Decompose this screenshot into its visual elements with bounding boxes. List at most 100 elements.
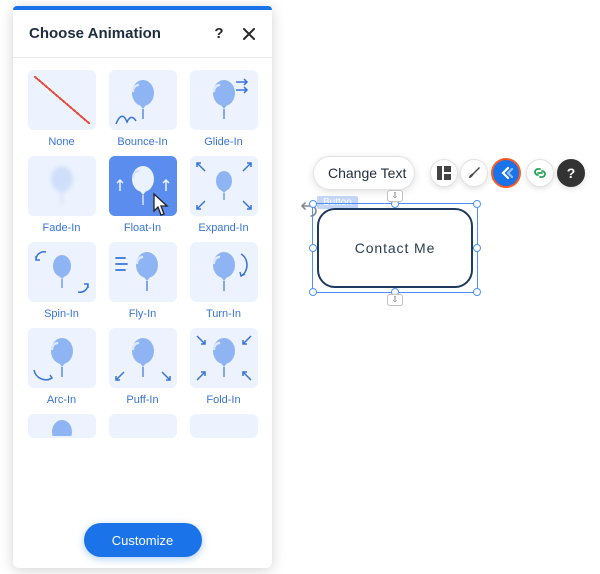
glide-arrow-icon [235, 78, 253, 96]
float-arrow-icon [161, 178, 171, 192]
animation-option-label: None [48, 136, 74, 148]
undo-icon[interactable] [299, 197, 319, 217]
panel-header-actions: ? [210, 25, 258, 43]
balloon-icon [126, 165, 160, 207]
animation-option-label: Spin-In [44, 308, 79, 320]
contact-me-button-label: Contact Me [355, 240, 436, 256]
drag-handle-top[interactable] [387, 190, 403, 202]
tile-turn-in [190, 242, 258, 302]
animation-option-peek[interactable] [106, 414, 179, 438]
animation-option-label: Expand-In [198, 222, 248, 234]
animation-option-label: Fold-In [206, 394, 240, 406]
panel-title: Choose Animation [29, 25, 161, 42]
bounce-path-icon [115, 112, 137, 126]
balloon-icon [211, 170, 237, 202]
help-icon[interactable]: ? [210, 25, 228, 43]
animation-grid: None Boun [25, 70, 260, 406]
change-text-button[interactable]: Change Text [328, 165, 406, 181]
contact-me-button[interactable]: Contact Me [317, 208, 473, 288]
balloon-icon [207, 251, 241, 293]
puff-arrow-icon [114, 370, 126, 382]
customize-button[interactable]: Customize [84, 523, 202, 557]
animation-option-bounce-in[interactable]: Bounce-In [106, 70, 179, 148]
link-icon[interactable] [526, 159, 554, 187]
animation-option-fly-in[interactable]: Fly-In [106, 242, 179, 320]
none-slash-icon [28, 70, 96, 130]
animation-option-label: Turn-In [206, 308, 241, 320]
animation-option-arc-in[interactable]: Arc-In [25, 328, 98, 406]
spin-arrow-icon [74, 278, 92, 296]
resize-handle-l[interactable] [309, 244, 317, 252]
fold-arrow-icon [195, 334, 207, 346]
tile-spin-in [28, 242, 96, 302]
tile-arc-in [28, 328, 96, 388]
element-toolbar: Change Text [313, 156, 415, 190]
design-brush-icon[interactable] [460, 159, 488, 187]
animation-option-fold-in[interactable]: Fold-In [187, 328, 260, 406]
animation-option-label: Fade-In [43, 222, 81, 234]
close-icon[interactable] [240, 25, 258, 43]
animation-option-none[interactable]: None [25, 70, 98, 148]
context-help-icon[interactable]: ? [557, 159, 585, 187]
drag-handle-bottom[interactable] [387, 294, 403, 306]
expand-arrow-icon [241, 161, 253, 173]
tile-glide-in [190, 70, 258, 130]
animation-option-expand-in[interactable]: Expand-In [187, 156, 260, 234]
tile-peek [190, 414, 258, 438]
fold-arrow-icon [241, 370, 253, 382]
tile-peek [109, 414, 177, 438]
animation-icon[interactable] [491, 158, 521, 188]
expand-arrow-icon [241, 199, 253, 211]
animation-option-spin-in[interactable]: Spin-In [25, 242, 98, 320]
balloon-icon [47, 416, 77, 436]
editor-canvas: Change Text ? Button Contact Me [295, 0, 600, 574]
resize-handle-bl[interactable] [309, 288, 317, 296]
animation-option-label: Bounce-In [117, 136, 167, 148]
animation-option-glide-in[interactable]: Glide-In [187, 70, 260, 148]
balloon-icon [47, 253, 77, 291]
animation-option-label: Puff-In [126, 394, 158, 406]
balloon-icon [207, 337, 241, 379]
animation-option-label: Glide-In [204, 136, 243, 148]
spin-arrow-icon [32, 248, 50, 266]
resize-handle-t[interactable] [391, 200, 399, 208]
turn-arrow-icon [238, 252, 254, 278]
animation-option-peek[interactable] [187, 414, 260, 438]
animation-option-turn-in[interactable]: Turn-In [187, 242, 260, 320]
tile-fly-in [109, 242, 177, 302]
tile-expand-in [190, 156, 258, 216]
animation-option-peek[interactable] [25, 414, 98, 438]
expand-arrow-icon [195, 161, 207, 173]
balloon-icon [126, 337, 160, 379]
tile-fold-in [190, 328, 258, 388]
resize-handle-b[interactable] [391, 288, 399, 296]
tile-fade-in [28, 156, 96, 216]
float-arrow-icon [115, 178, 125, 192]
panel-header: Choose Animation ? [13, 10, 272, 58]
tile-bounce-in [109, 70, 177, 130]
tile-float-in [109, 156, 177, 216]
tile-puff-in [109, 328, 177, 388]
fold-arrow-icon [195, 370, 207, 382]
arc-arrow-icon [32, 368, 54, 384]
animation-option-label: Fly-In [129, 308, 157, 320]
animation-grid-peek [25, 414, 260, 438]
tile-peek [28, 414, 96, 438]
puff-arrow-icon [160, 370, 172, 382]
fold-arrow-icon [241, 334, 253, 346]
expand-arrow-icon [195, 199, 207, 211]
animation-option-float-in[interactable]: Float-In [106, 156, 179, 234]
tile-none [28, 70, 96, 130]
layout-icon[interactable] [430, 159, 458, 187]
animation-option-label: Arc-In [47, 394, 76, 406]
animation-option-label: Float-In [124, 222, 161, 234]
animation-option-puff-in[interactable]: Puff-In [106, 328, 179, 406]
resize-handle-br[interactable] [473, 288, 481, 296]
animation-panel: Choose Animation ? None [13, 6, 272, 568]
fly-lines-icon [115, 256, 129, 272]
resize-handle-tr[interactable] [473, 200, 481, 208]
resize-handle-r[interactable] [473, 244, 481, 252]
balloon-icon [45, 165, 79, 207]
balloon-icon [130, 251, 164, 293]
animation-option-fade-in[interactable]: Fade-In [25, 156, 98, 234]
